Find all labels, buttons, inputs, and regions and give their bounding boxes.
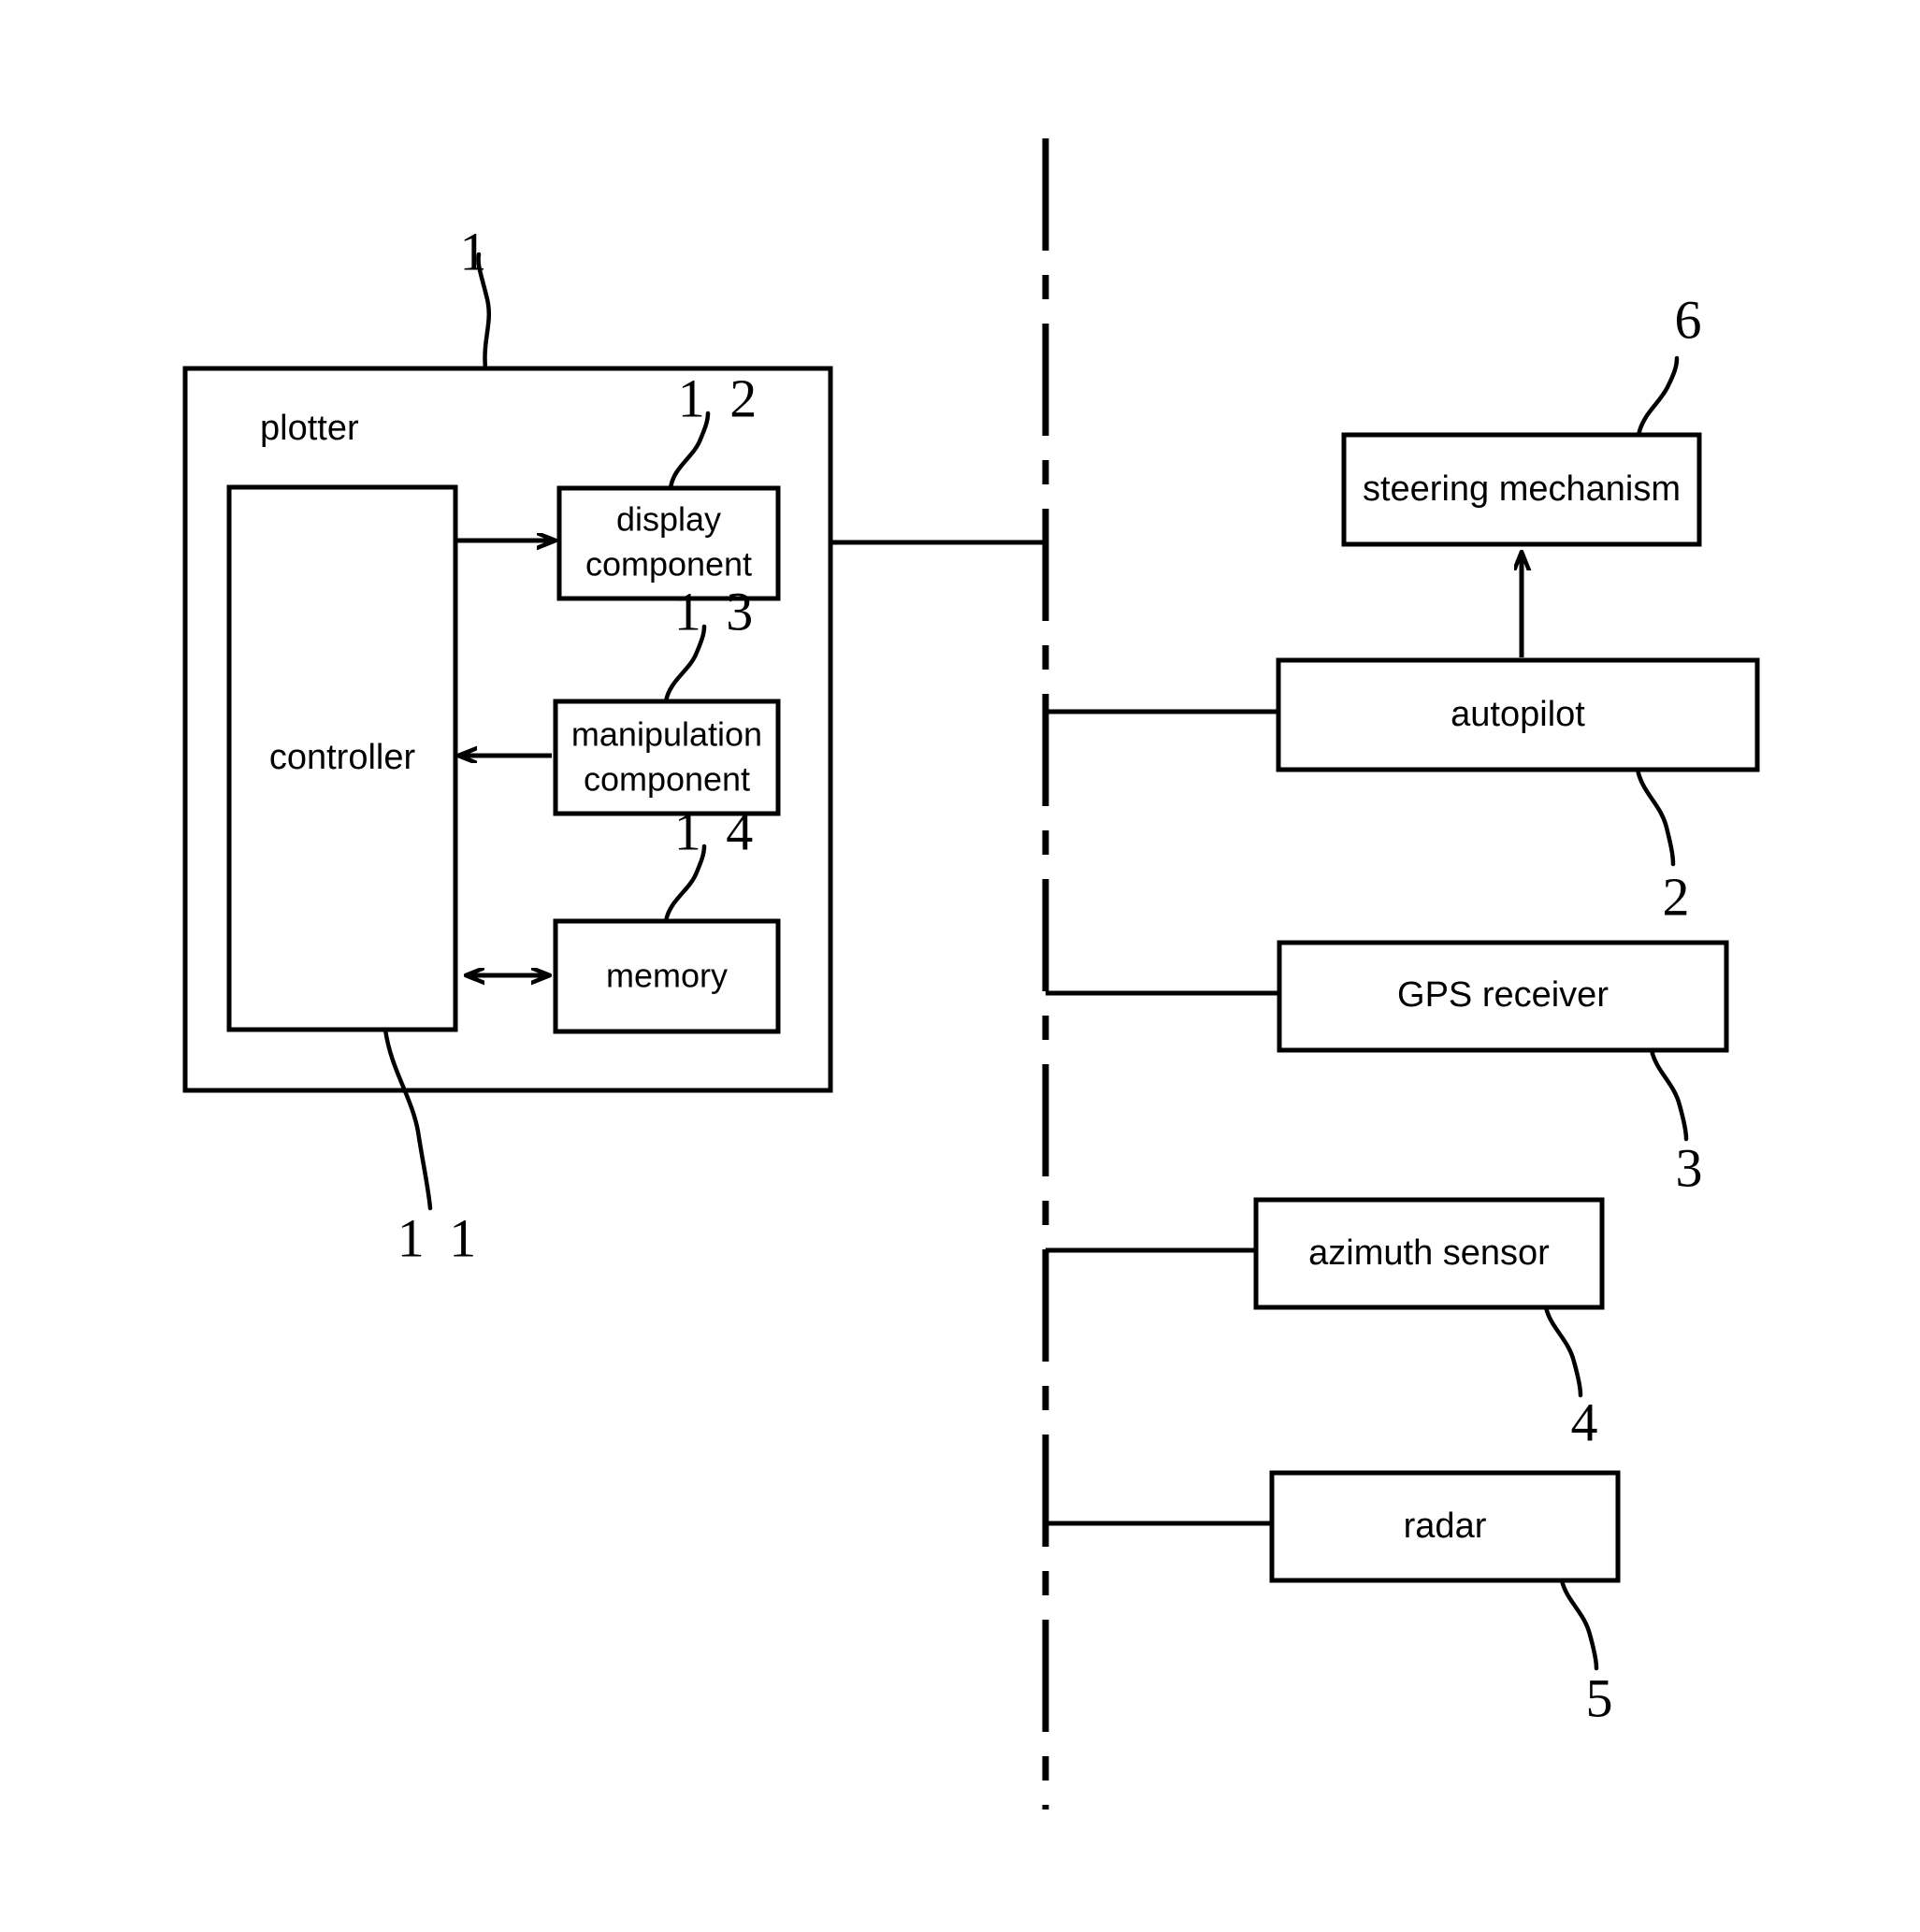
gps-receiver-label: GPS receiver [1397,975,1609,1015]
reference-numeral-12: 1 2 [678,368,763,428]
autopilot-label: autopilot [1451,695,1585,734]
display-component-label-line2: component [585,545,752,584]
display-component-label-line1: display [616,500,721,539]
leader-ref-6 [1636,355,1680,438]
leader-ref-2 [1635,767,1676,867]
steering-mechanism-label: steering mechanism [1363,469,1681,509]
plotter-caption: plotter [260,409,359,448]
leader-ref-5 [1559,1578,1599,1671]
azimuth-sensor-label: azimuth sensor [1308,1233,1550,1273]
radar-label: radar [1404,1507,1487,1546]
reference-numeral-3: 3 [1676,1137,1709,1198]
reference-numeral-14: 1 4 [674,800,759,861]
reference-numeral-13: 1 3 [674,581,759,642]
reference-numeral-5: 5 [1586,1667,1619,1728]
reference-numeral-11: 1 1 [397,1207,483,1268]
reference-numeral-1: 1 [460,221,493,281]
leader-ref-4 [1543,1305,1583,1398]
manipulation-component-label-line1: manipulation [571,715,762,754]
controller-label: controller [269,738,416,777]
memory-label: memory [606,957,728,995]
manipulation-component-label-line2: component [584,760,750,799]
leader-ref-3 [1649,1047,1689,1142]
figure-canvas: plotter 1 controller 1 1 display compone… [0,0,1920,1932]
reference-numeral-2: 2 [1663,866,1696,927]
reference-numeral-4: 4 [1571,1391,1604,1452]
diagram-svg: plotter 1 controller 1 1 display compone… [182,138,1760,1809]
reference-numeral-6: 6 [1675,289,1708,350]
